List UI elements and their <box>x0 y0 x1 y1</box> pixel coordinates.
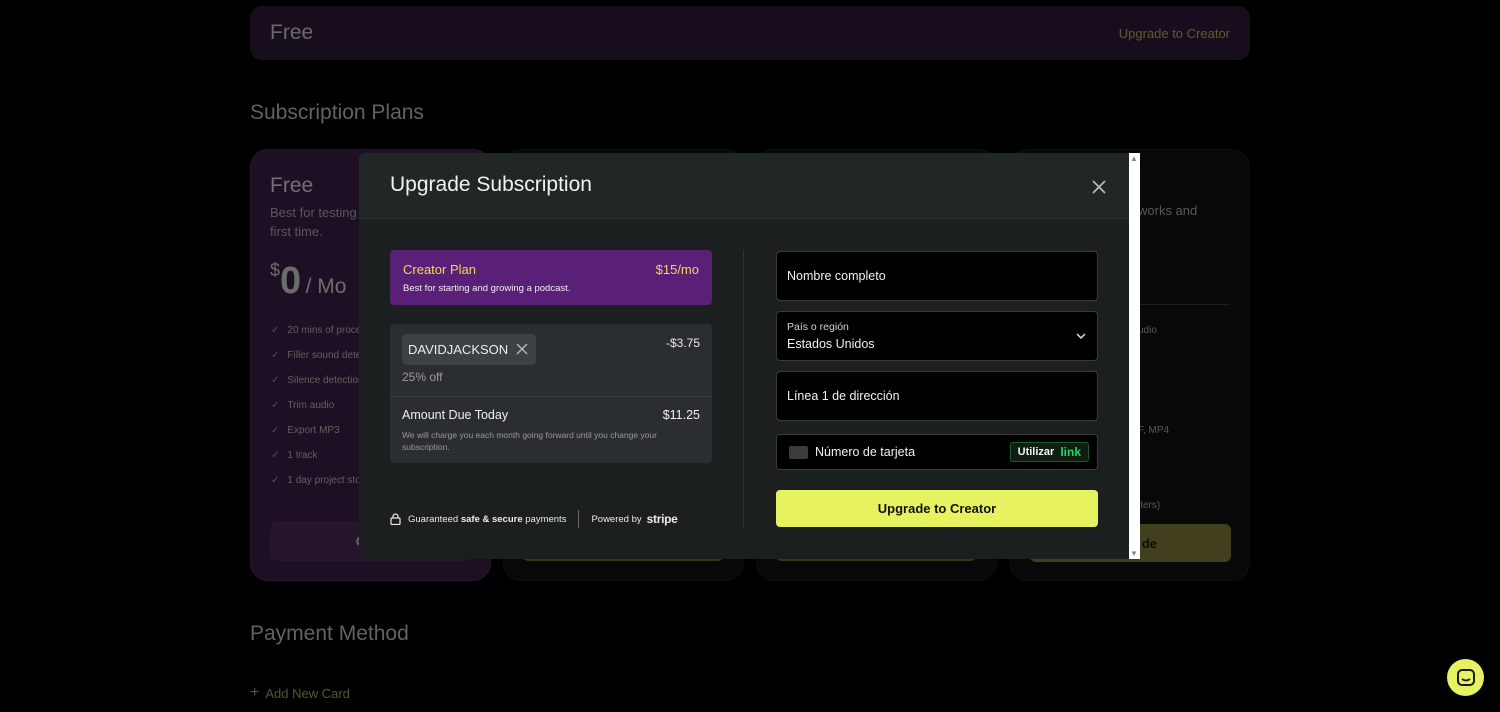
scroll-down-icon[interactable]: ▼ <box>1130 549 1138 558</box>
billing-note: We will charge you each month going forw… <box>402 430 657 452</box>
amount-due-value: $11.25 <box>662 408 700 422</box>
summary-divider <box>390 396 712 397</box>
chat-icon[interactable] <box>1447 659 1484 696</box>
amount-due-label: Amount Due Today <box>402 408 509 422</box>
country-select[interactable]: País o región Estados Unidos <box>776 311 1098 361</box>
address-line1-field[interactable]: Línea 1 de dirección <box>776 371 1098 421</box>
billing-page: Free Upgrade to Creator Subscription Pla… <box>0 0 1500 712</box>
card-number-field[interactable]: Número de tarjeta Utilizar link <box>776 434 1098 470</box>
selected-plan-description: Best for starting and growing a podcast. <box>403 283 571 294</box>
powered-by-text: Powered by <box>591 513 642 525</box>
percent-off: 25% off <box>402 370 443 384</box>
chevron-down-icon <box>1076 333 1086 340</box>
order-summary: DAVIDJACKSON -$3.75 25% off Amount Due T… <box>390 324 712 463</box>
selected-plan-price: $15/mo <box>655 262 699 277</box>
card-icon <box>789 446 808 459</box>
address-placeholder: Línea 1 de dirección <box>787 389 900 403</box>
footer-separator <box>578 510 580 528</box>
upgrade-modal: Upgrade Subscription Creator Plan $15/mo… <box>359 153 1129 559</box>
modal-header: Upgrade Subscription <box>359 153 1129 219</box>
secure-payments-footer: Guaranteed safe & secure payments Powere… <box>390 510 678 528</box>
link-use-label: Utilizar <box>1017 446 1055 458</box>
secure-text: Guaranteed safe & secure payments <box>408 513 567 525</box>
modal-scrollbar[interactable]: ▲ ▼ <box>1129 153 1140 559</box>
discount-amount: -$3.75 <box>665 336 700 350</box>
country-value: Estados Unidos <box>787 337 875 351</box>
scroll-up-icon[interactable]: ▲ <box>1130 154 1138 163</box>
country-label: País o región <box>787 321 849 333</box>
full-name-field[interactable]: Nombre completo <box>776 251 1098 301</box>
close-icon[interactable] <box>1089 177 1109 197</box>
link-logo: link <box>1060 445 1081 459</box>
link-pay-button[interactable]: Utilizar link <box>1009 442 1089 462</box>
stripe-logo: stripe <box>646 512 678 526</box>
modal-column-divider <box>743 250 744 527</box>
full-name-placeholder: Nombre completo <box>787 269 886 283</box>
selected-plan-name: Creator Plan <box>403 262 476 277</box>
lock-icon <box>390 513 401 525</box>
modal-title: Upgrade Subscription <box>390 173 592 196</box>
upgrade-to-creator-button[interactable]: Upgrade to Creator <box>776 490 1098 527</box>
coupon-code: DAVIDJACKSON <box>408 342 509 357</box>
remove-coupon-icon[interactable] <box>516 340 528 360</box>
coupon-chip: DAVIDJACKSON <box>402 334 536 365</box>
card-number-placeholder: Número de tarjeta <box>815 445 916 459</box>
selected-plan-box: Creator Plan $15/mo Best for starting an… <box>390 250 712 305</box>
